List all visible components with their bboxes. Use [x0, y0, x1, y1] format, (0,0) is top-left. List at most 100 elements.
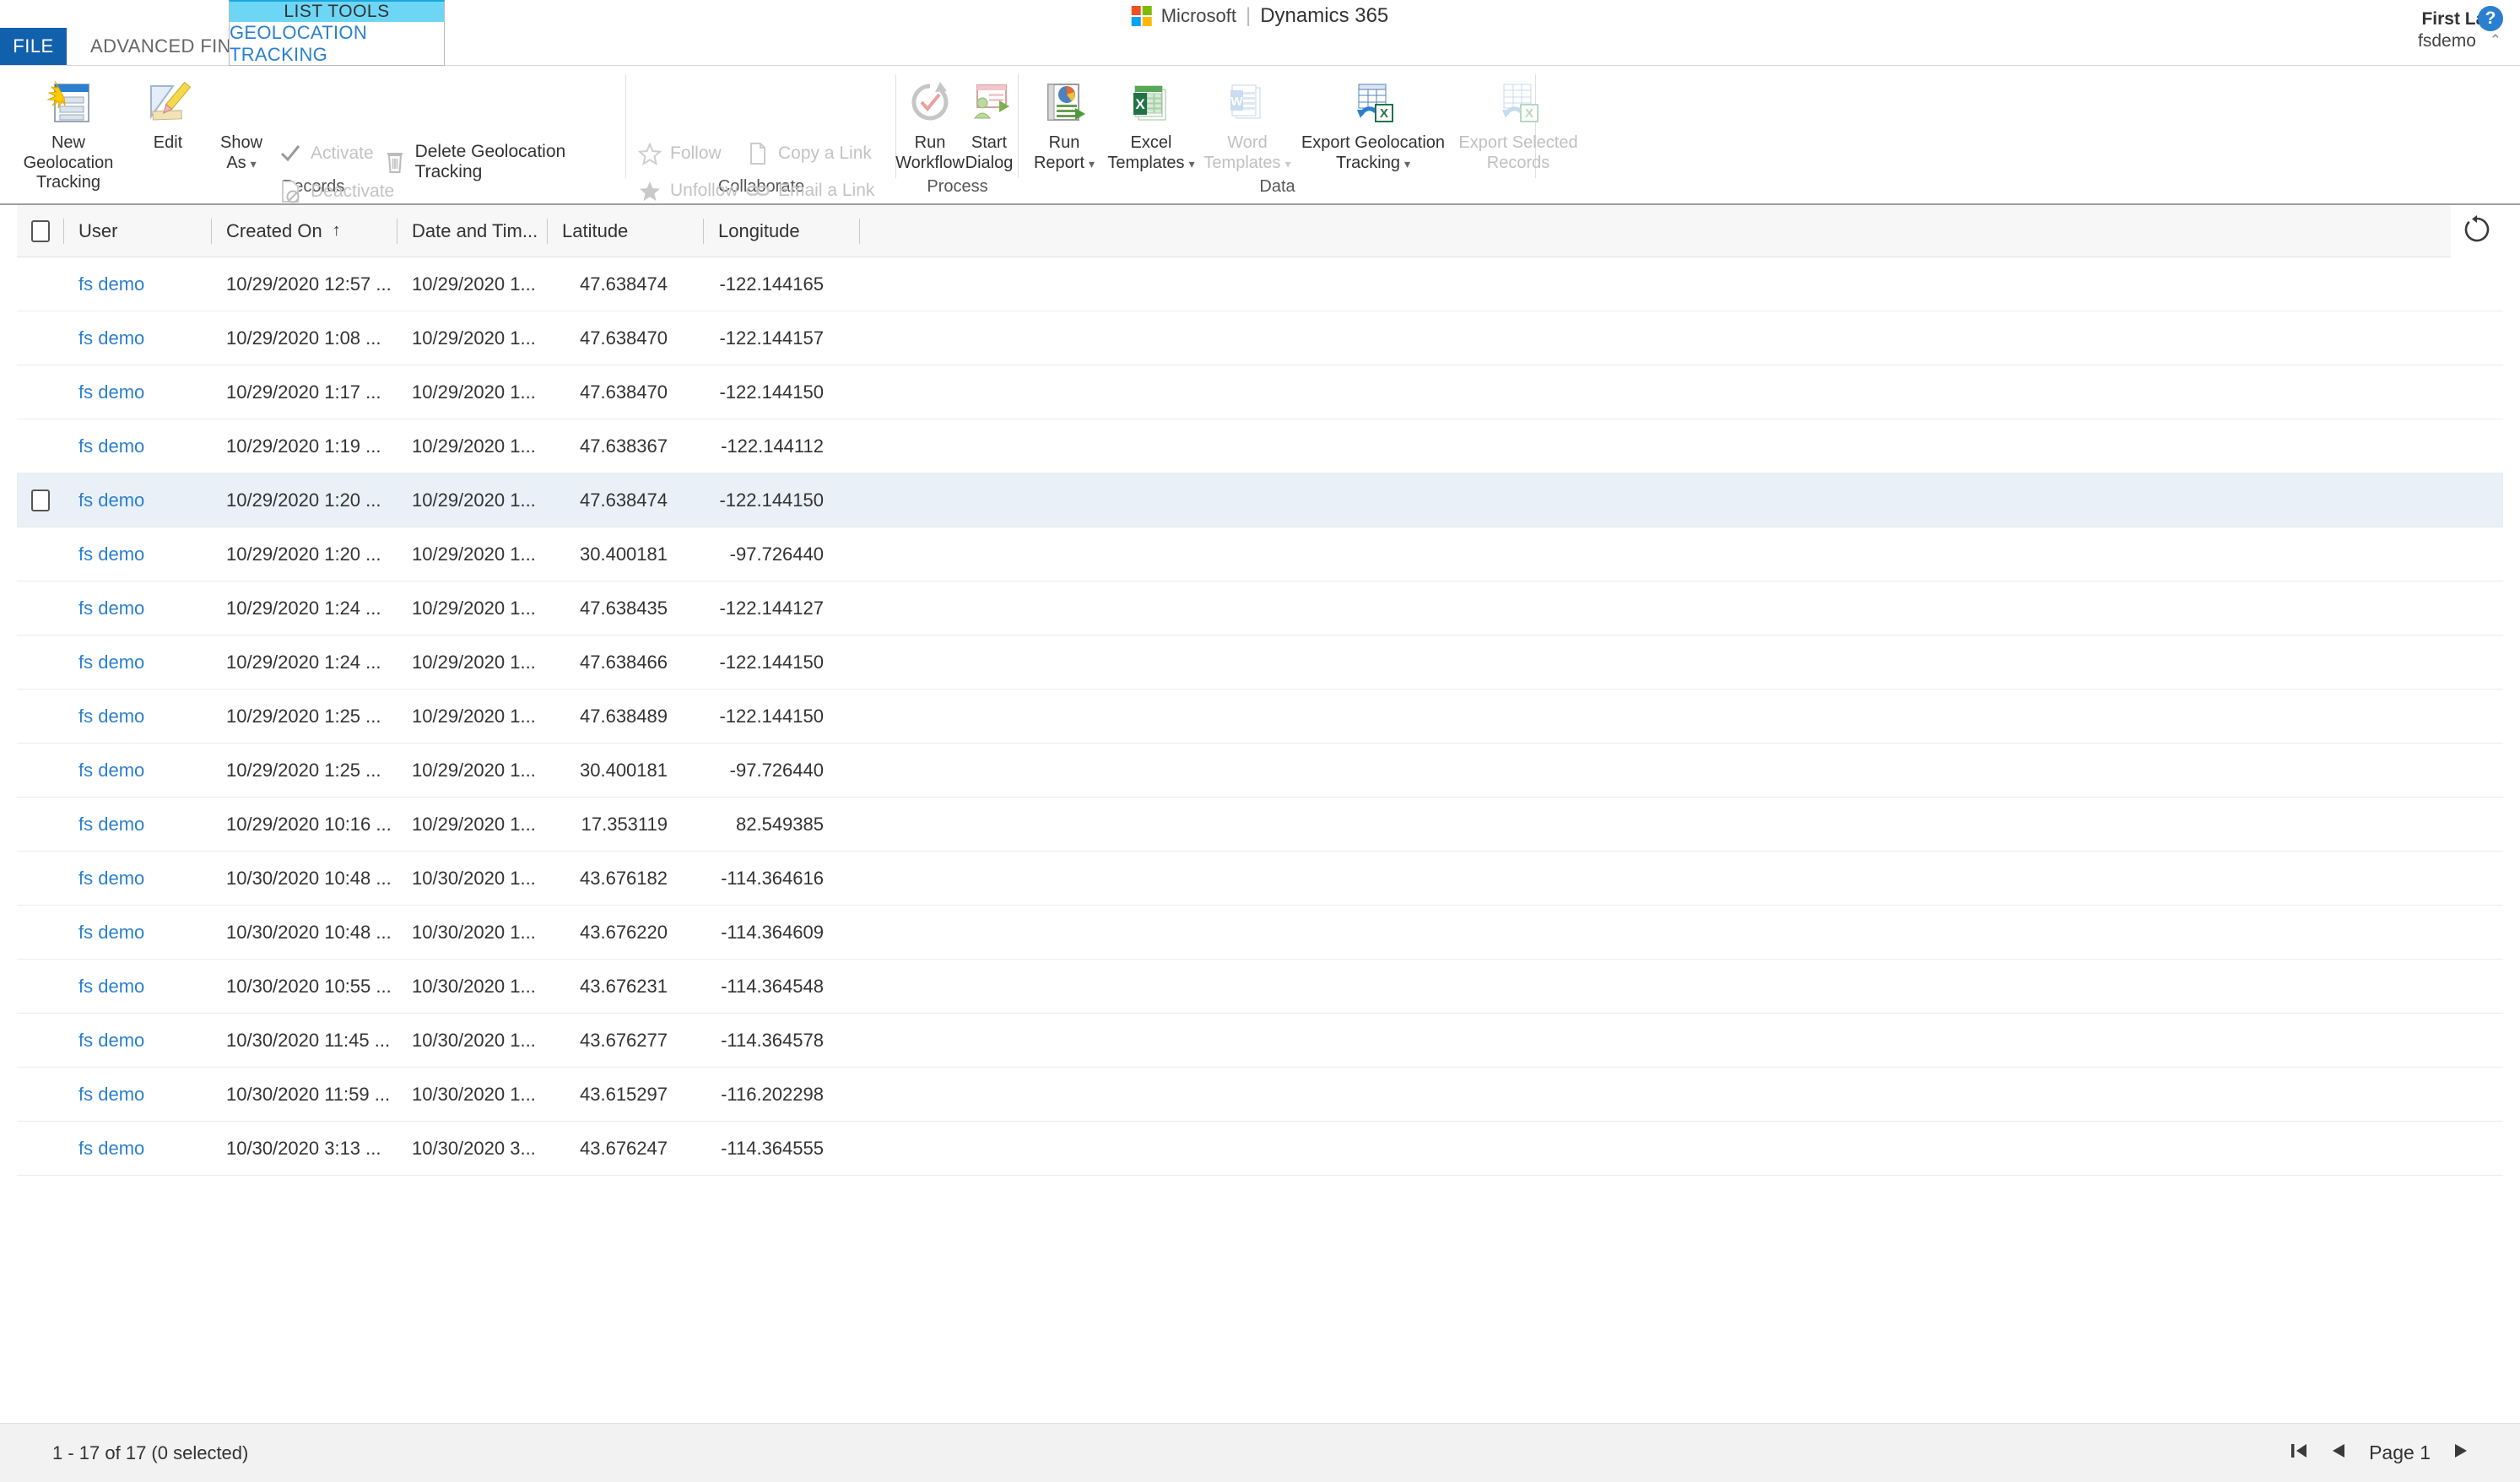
- cell-user[interactable]: fs demo: [63, 922, 211, 944]
- show-as-button[interactable]: Show As▾: [205, 76, 278, 173]
- select-all-checkbox-cell[interactable]: [17, 205, 63, 257]
- cell-created-on: 10/29/2020 1:20 ...: [211, 544, 397, 565]
- row-checkbox-cell[interactable]: [17, 760, 63, 782]
- word-templates-icon: W: [1225, 76, 1270, 128]
- table-row[interactable]: fs demo10/30/2020 10:48 ...10/30/2020 1.…: [17, 852, 2503, 906]
- cell-user[interactable]: fs demo: [63, 598, 211, 619]
- column-header-created-on[interactable]: Created On ↑: [211, 205, 397, 257]
- refresh-button[interactable]: [2451, 205, 2503, 257]
- row-checkbox-cell[interactable]: [17, 706, 63, 727]
- table-row[interactable]: fs demo10/29/2020 1:24 ...10/29/2020 1..…: [17, 636, 2503, 690]
- cell-user[interactable]: fs demo: [63, 489, 211, 511]
- table-row[interactable]: fs demo10/29/2020 12:57 ...10/29/2020 1.…: [17, 257, 2503, 311]
- table-row[interactable]: fs demo10/30/2020 10:55 ...10/30/2020 1.…: [17, 960, 2503, 1014]
- row-checkbox-cell[interactable]: [17, 273, 63, 295]
- activate-label: Activate: [311, 143, 374, 164]
- run-workflow-button[interactable]: Run Workflow: [900, 76, 960, 173]
- cell-created-on: 10/29/2020 1:24 ...: [211, 652, 397, 673]
- column-header-longitude[interactable]: Longitude: [703, 205, 859, 257]
- cell-user[interactable]: fs demo: [63, 814, 211, 836]
- row-checkbox-cell[interactable]: [17, 327, 63, 349]
- table-row[interactable]: fs demo10/29/2020 1:20 ...10/29/2020 1..…: [17, 473, 2503, 527]
- chevron-up-icon[interactable]: ⌃: [2490, 31, 2501, 49]
- row-checkbox-cell[interactable]: [17, 1138, 63, 1160]
- run-report-button[interactable]: Run Report▾: [1025, 76, 1103, 173]
- cell-user[interactable]: fs demo: [63, 1084, 211, 1106]
- user-account-area[interactable]: ? First Last fsdemo ⌃: [2418, 8, 2501, 53]
- edit-button[interactable]: Edit: [135, 76, 201, 154]
- cell-created-on: 10/30/2020 10:48 ...: [211, 922, 397, 944]
- link-chain-icon: [746, 179, 770, 203]
- table-row[interactable]: fs demo10/29/2020 1:25 ...10/29/2020 1..…: [17, 744, 2503, 798]
- cell-user[interactable]: fs demo: [63, 868, 211, 890]
- cell-user[interactable]: fs demo: [63, 706, 211, 727]
- word-templates-label-1: Word: [1227, 133, 1267, 154]
- cell-user[interactable]: fs demo: [63, 1138, 211, 1160]
- tab-file[interactable]: FILE: [0, 28, 67, 65]
- table-row[interactable]: fs demo10/29/2020 1:24 ...10/29/2020 1..…: [17, 581, 2503, 636]
- row-checkbox-cell[interactable]: [17, 922, 63, 944]
- export-geolocation-tracking-button[interactable]: X Export Geolocation Tracking▾: [1297, 76, 1449, 173]
- next-page-button[interactable]: [2452, 1441, 2469, 1465]
- table-row[interactable]: fs demo10/29/2020 1:08 ...10/29/2020 1..…: [17, 311, 2503, 365]
- table-row[interactable]: fs demo10/30/2020 3:13 ...10/30/2020 3..…: [17, 1122, 2503, 1176]
- excel-templates-button[interactable]: X Excel Templates▾: [1105, 76, 1198, 173]
- cell-date-time: 10/29/2020 1...: [397, 706, 547, 727]
- column-header-latitude[interactable]: Latitude: [547, 205, 703, 257]
- export-selected-records-button[interactable]: X Export Selected Records: [1451, 76, 1586, 173]
- cell-user[interactable]: fs demo: [63, 652, 211, 673]
- table-row[interactable]: fs demo10/30/2020 10:48 ...10/30/2020 1.…: [17, 906, 2503, 960]
- cell-longitude: -97.726440: [703, 544, 859, 565]
- row-checkbox-cell[interactable]: [17, 544, 63, 565]
- chevron-down-icon: ▾: [1189, 157, 1195, 170]
- deactivate-button[interactable]: Deactivate: [278, 180, 394, 203]
- row-checkbox-cell[interactable]: [17, 489, 63, 511]
- column-header-user[interactable]: User: [63, 205, 211, 257]
- previous-page-button[interactable]: [2330, 1441, 2347, 1465]
- follow-button[interactable]: Follow: [638, 142, 722, 165]
- table-row[interactable]: fs demo10/29/2020 1:20 ...10/29/2020 1..…: [17, 527, 2503, 581]
- email-a-link-button[interactable]: Email a Link: [746, 179, 874, 203]
- row-checkbox-cell[interactable]: [17, 598, 63, 619]
- row-checkbox-cell[interactable]: [17, 976, 63, 998]
- row-checkbox-cell[interactable]: [17, 1084, 63, 1106]
- table-row[interactable]: fs demo10/29/2020 1:17 ...10/29/2020 1..…: [17, 365, 2503, 419]
- cell-user[interactable]: fs demo: [63, 544, 211, 565]
- table-row[interactable]: fs demo10/29/2020 10:16 ...10/29/2020 1.…: [17, 798, 2503, 852]
- activate-button[interactable]: Activate: [278, 142, 374, 165]
- delete-geolocation-tracking-button[interactable]: Delete Geolocation Tracking: [384, 142, 626, 182]
- table-row[interactable]: fs demo10/30/2020 11:59 ...10/30/2020 1.…: [17, 1068, 2503, 1122]
- row-checkbox[interactable]: [31, 489, 50, 511]
- new-geolocation-tracking-button[interactable]: New Geolocation Tracking: [5, 76, 132, 193]
- table-row[interactable]: fs demo10/29/2020 1:25 ...10/29/2020 1..…: [17, 690, 2503, 744]
- cell-user[interactable]: fs demo: [63, 327, 211, 349]
- cell-user[interactable]: fs demo: [63, 381, 211, 403]
- table-row[interactable]: fs demo10/29/2020 1:19 ...10/29/2020 1..…: [17, 419, 2503, 473]
- cell-user[interactable]: fs demo: [63, 760, 211, 782]
- row-checkbox-cell[interactable]: [17, 814, 63, 836]
- first-page-button[interactable]: [2290, 1441, 2308, 1465]
- copy-a-link-button[interactable]: Copy a Link: [746, 142, 872, 165]
- tab-geolocation-tracking[interactable]: LIST TOOLS GEOLOCATION TRACKING: [229, 0, 445, 66]
- column-header-date-and-time[interactable]: Date and Tim...: [397, 205, 547, 257]
- cell-user[interactable]: fs demo: [63, 976, 211, 998]
- records-grid: User Created On ↑ Date and Tim... Latitu…: [0, 205, 2520, 1176]
- row-checkbox-cell[interactable]: [17, 381, 63, 403]
- help-icon[interactable]: ?: [2478, 6, 2503, 31]
- word-templates-button[interactable]: W Word Templates▾: [1201, 76, 1294, 173]
- select-all-checkbox[interactable]: [31, 220, 50, 242]
- row-checkbox-cell[interactable]: [17, 652, 63, 673]
- row-checkbox-cell[interactable]: [17, 868, 63, 890]
- cell-user[interactable]: fs demo: [63, 273, 211, 295]
- chevron-down-icon: ▾: [1285, 157, 1291, 170]
- export-geolocation-tracking-label-2: Tracking▾: [1336, 154, 1410, 174]
- cell-user[interactable]: fs demo: [63, 435, 211, 457]
- ribbon-group-process-label: Process: [896, 177, 1019, 197]
- table-row[interactable]: fs demo10/30/2020 11:45 ...10/30/2020 1.…: [17, 1014, 2503, 1068]
- row-checkbox-cell[interactable]: [17, 435, 63, 457]
- start-dialog-button[interactable]: Start Dialog: [962, 76, 1016, 173]
- cell-date-time: 10/29/2020 1...: [397, 544, 547, 565]
- row-checkbox-cell[interactable]: [17, 1030, 63, 1052]
- unfollow-button[interactable]: Unfollow: [638, 179, 738, 203]
- cell-user[interactable]: fs demo: [63, 1030, 211, 1052]
